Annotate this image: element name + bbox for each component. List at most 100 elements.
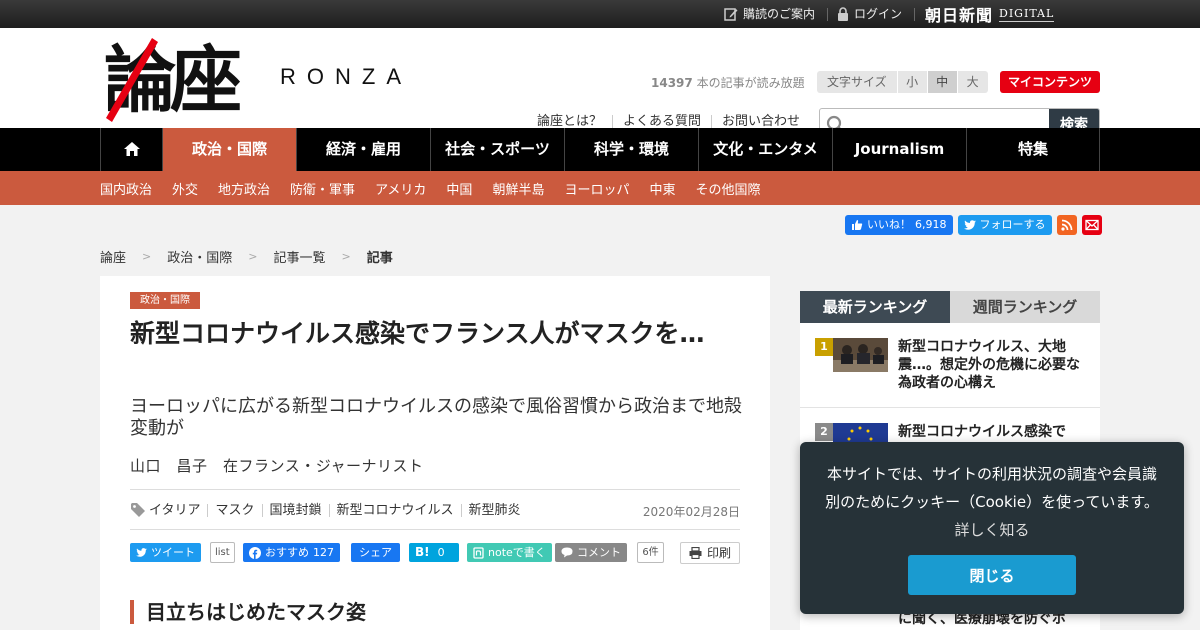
nav-culture[interactable]: 文化・エンタメ <box>698 128 832 171</box>
ranking-title: 新型コロナウイルス感染で <box>898 424 1066 440</box>
breadcrumb-category[interactable]: 政治・国際 <box>167 247 232 266</box>
tag-item[interactable]: 国境封鎖 <box>261 503 329 517</box>
breadcrumb-home[interactable]: 論座 <box>100 247 126 266</box>
fb-recommend-label: おすすめ <box>265 546 309 559</box>
tweet-button[interactable]: ツイート <box>130 543 201 562</box>
divider <box>914 8 915 21</box>
faq-link[interactable]: よくある質問 <box>612 115 711 129</box>
nav-society[interactable]: 社会・スポーツ <box>430 128 564 171</box>
breadcrumb: 論座 > 政治・国際 > 記事一覧 > 記事 <box>100 247 393 266</box>
hatena-count: 0 <box>437 546 445 559</box>
comment-count[interactable]: 6件 <box>637 542 664 563</box>
twitter-bird-icon <box>136 548 147 557</box>
cookie-banner: 本サイトでは、サイトの利用状況の調査や会員識別のためにクッキー（Cookie）を… <box>800 442 1184 614</box>
asahi-digital-label: DIGITAL <box>999 6 1055 22</box>
nav-science[interactable]: 科学・環境 <box>564 128 698 171</box>
tag-row: イタリア マスク 国境封鎖 新型コロナウイルス 新型肺炎 2020年02月28日 <box>130 489 740 530</box>
breadcrumb-separator: > <box>248 250 258 263</box>
nav-economy[interactable]: 経済・雇用 <box>296 128 430 171</box>
facebook-like-button[interactable]: いいね！ 6,918 <box>845 215 953 235</box>
asahi-newspaper-name: 朝日新聞 <box>925 6 994 25</box>
facebook-icon <box>249 546 261 559</box>
article-subtitle: ヨーロッパに広がる新型コロナウイルスの感染で風俗習慣から政治まで地殻変動が <box>130 396 742 439</box>
mail-icon <box>1084 219 1099 231</box>
comment-button[interactable]: コメント <box>555 543 627 562</box>
print-button[interactable]: 印刷 <box>679 542 740 564</box>
rank-number: 1 <box>815 338 833 356</box>
read-count: 14397 本の記事が読み放題 <box>651 74 805 91</box>
facebook-share-button[interactable]: シェア <box>351 543 400 562</box>
font-size-switcher: 文字サイズ 小 中 大 <box>817 71 988 93</box>
contact-link[interactable]: お問い合わせ <box>711 115 810 129</box>
mail-button[interactable] <box>1081 215 1102 235</box>
ranking-item[interactable]: 1 新型コロナウイルス、大地震…。想定外の危機に必要な為政者の心構え <box>800 323 1100 408</box>
lock-icon <box>838 7 848 21</box>
tab-weekly-ranking[interactable]: 週間ランキング <box>950 291 1100 323</box>
subscribe-label: 購読のご案内 <box>743 7 816 21</box>
header-links: 論座とは？ よくある質問 お問い合わせ <box>537 115 810 129</box>
breadcrumb-separator: > <box>341 250 351 263</box>
cookie-close-button[interactable]: 閉じる <box>908 555 1076 595</box>
note-button[interactable]: noteで書く <box>467 543 552 562</box>
article-author[interactable]: 山口 昌子 在フランス・ジャーナリスト <box>130 455 423 476</box>
divider <box>827 8 828 21</box>
font-size-small-button[interactable]: 小 <box>897 71 928 93</box>
font-size-medium-button[interactable]: 中 <box>927 71 958 93</box>
ronza-logo[interactable]: 論座 RONZA <box>104 36 444 124</box>
facebook-recommend-button[interactable]: おすすめ 127 <box>243 543 340 562</box>
subnav-middle-east[interactable]: 中東 <box>649 179 675 198</box>
article-title: 新型コロナウイルス感染でフランス人がマスクを… <box>130 319 705 348</box>
hatena-b-icon: B! <box>415 545 430 559</box>
like-label: いいね！ <box>867 218 911 231</box>
logo-roman: RONZA <box>280 64 412 89</box>
sub-nav: 国内政治 外交 地方政治 防衛・軍事 アメリカ 中国 朝鮮半島 ヨーロッパ 中東… <box>0 171 1200 205</box>
subnav-diplomacy[interactable]: 外交 <box>172 179 198 198</box>
subnav-domestic[interactable]: 国内政治 <box>100 179 152 198</box>
tag-item[interactable]: 新型肺炎 <box>460 503 528 517</box>
subnav-china[interactable]: 中国 <box>446 179 472 198</box>
edit-icon <box>724 8 738 21</box>
cookie-more-link[interactable]: 詳しく知る <box>954 521 1029 539</box>
fb-recommend-count: 127 <box>313 546 334 559</box>
tweet-list-link[interactable]: list <box>210 542 235 563</box>
login-link[interactable]: ログイン <box>837 0 902 28</box>
rss-button[interactable] <box>1056 215 1077 235</box>
subnav-local[interactable]: 地方政治 <box>218 179 270 198</box>
tag-list: イタリア マスク 国境封鎖 新型コロナウイルス 新型肺炎 <box>130 502 528 518</box>
tag-item[interactable]: マスク <box>207 503 261 517</box>
tag-item[interactable]: イタリア <box>146 504 207 517</box>
hatena-bookmark-button[interactable]: B! 0 <box>409 543 459 562</box>
asahi-digital-logo[interactable]: 朝日新聞 DIGITAL <box>925 0 1055 28</box>
tab-latest-ranking[interactable]: 最新ランキング <box>800 291 950 323</box>
category-badge[interactable]: 政治・国際 <box>130 292 200 309</box>
font-size-large-button[interactable]: 大 <box>957 71 988 93</box>
tag-item[interactable]: 新型コロナウイルス <box>328 503 461 517</box>
ranking-thumbnail <box>833 338 888 372</box>
breadcrumb-list[interactable]: 記事一覧 <box>273 247 325 266</box>
tweet-label: ツイート <box>151 546 195 559</box>
nav-politics[interactable]: 政治・国際 <box>162 128 296 171</box>
read-count-number: 14397 <box>651 76 693 90</box>
my-contents-button[interactable]: マイコンテンツ <box>1000 71 1100 93</box>
subnav-america[interactable]: アメリカ <box>375 179 426 198</box>
cookie-text: 本サイトでは、サイトの利用状況の調査や会員識別のためにクッキー（Cookie）を… <box>825 465 1159 511</box>
nav-home[interactable] <box>100 128 162 171</box>
print-label: 印刷 <box>706 546 731 560</box>
nav-journalism[interactable]: Journalism <box>832 128 966 171</box>
subnav-europe[interactable]: ヨーロッパ <box>564 179 629 198</box>
subscribe-link[interactable]: 購読のご案内 <box>724 0 815 28</box>
breadcrumb-separator: > <box>142 250 152 263</box>
twitter-follow-button[interactable]: フォローする <box>957 215 1052 235</box>
subnav-defense[interactable]: 防衛・軍事 <box>290 179 355 198</box>
comment-label: コメント <box>577 546 621 559</box>
about-link[interactable]: 論座とは？ <box>537 115 612 129</box>
tag-icon <box>131 503 145 517</box>
main-nav: 政治・国際 経済・雇用 社会・スポーツ 科学・環境 文化・エンタメ Journa… <box>0 128 1200 171</box>
subnav-korea[interactable]: 朝鮮半島 <box>492 179 544 198</box>
article-card: 政治・国際 新型コロナウイルス感染でフランス人がマスクを… ヨーロッパに広がる新… <box>100 276 770 630</box>
twitter-bird-icon <box>963 220 976 230</box>
nav-features[interactable]: 特集 <box>966 128 1100 171</box>
font-size-label: 文字サイズ <box>817 71 898 93</box>
subnav-other[interactable]: その他国際 <box>695 179 760 198</box>
article-date: 2020年02月28日 <box>642 505 740 519</box>
